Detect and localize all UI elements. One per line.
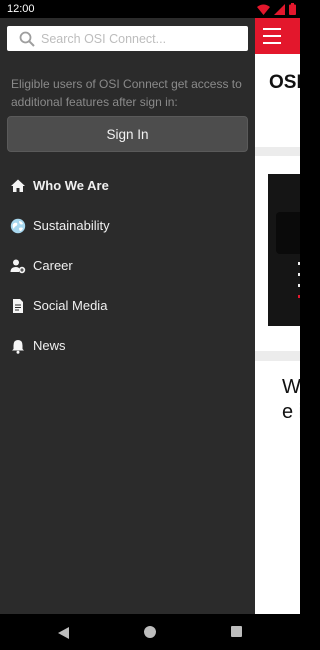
nav-item-label: Who We Are — [33, 178, 109, 193]
document-icon — [10, 298, 26, 314]
intro-text-card: W la m th le re in fo bu — [255, 361, 300, 614]
sign-in-button[interactable]: Sign In — [7, 116, 248, 152]
hero-image-inset — [276, 212, 300, 254]
nav-item-who-we-are[interactable]: Who We Are — [0, 166, 255, 206]
globe-icon — [10, 218, 26, 234]
home-button-icon[interactable] — [144, 626, 156, 638]
app-page: OSI W la m th le re in fo bu — [255, 18, 300, 614]
drawer-nav-list: Who We Are Sustainability Career Social … — [0, 166, 255, 366]
hero-caption-fragment — [298, 262, 300, 302]
nav-item-label: News — [33, 338, 66, 353]
bell-icon — [10, 338, 26, 354]
sign-in-note: Eligible users of OSI Connect get access… — [11, 77, 242, 109]
nav-item-social-media[interactable]: Social Media — [0, 286, 255, 326]
search-input[interactable] — [41, 28, 241, 49]
nav-item-news[interactable]: News — [0, 326, 255, 366]
intro-body-text: W la m th le re in fo bu — [282, 376, 300, 423]
hero-card[interactable] — [255, 156, 300, 351]
home-icon — [10, 178, 26, 194]
recent-apps-icon[interactable] — [231, 626, 242, 637]
search-icon — [19, 31, 35, 47]
nav-item-label: Career — [33, 258, 73, 273]
wifi-icon — [257, 4, 270, 15]
hamburger-menu-icon[interactable] — [263, 28, 281, 44]
nav-item-career[interactable]: Career — [0, 246, 255, 286]
status-bar: 12:00 — [0, 0, 300, 18]
status-icons — [257, 3, 296, 15]
nav-item-label: Social Media — [33, 298, 108, 313]
page-title: OSI — [269, 72, 300, 93]
navigation-drawer: Eligible users of OSI Connect get access… — [0, 18, 255, 614]
nav-item-label: Sustainability — [33, 218, 110, 233]
back-icon[interactable] — [58, 626, 70, 644]
nav-item-sustainability[interactable]: Sustainability — [0, 206, 255, 246]
battery-icon — [289, 3, 296, 15]
person-add-icon — [10, 258, 26, 274]
page-title-card: OSI — [255, 54, 300, 147]
system-nav-bar — [0, 614, 300, 650]
search-box[interactable] — [7, 26, 248, 51]
app-header — [255, 18, 300, 54]
status-time: 12:00 — [7, 3, 35, 15]
signal-icon — [274, 3, 285, 15]
